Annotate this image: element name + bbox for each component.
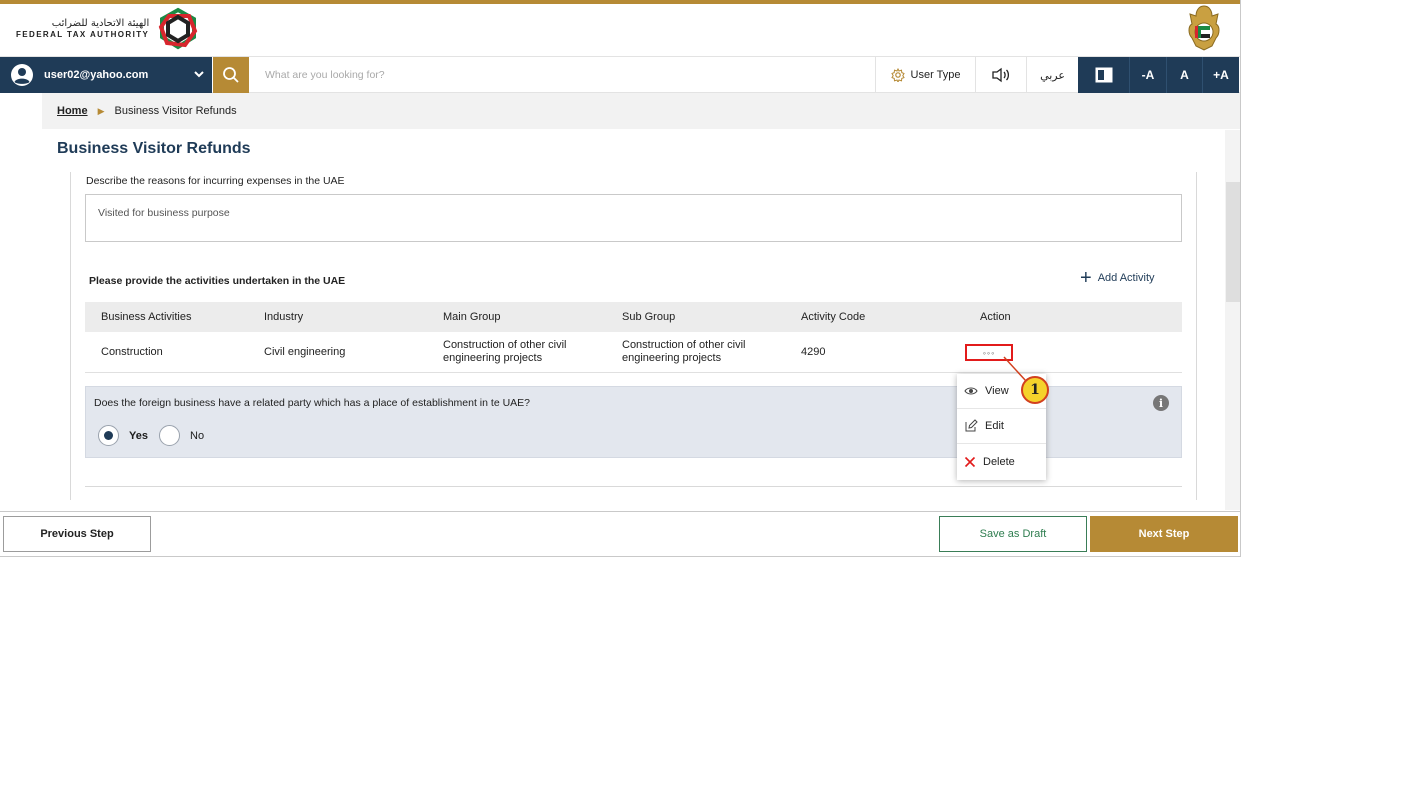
gear-icon (890, 68, 905, 82)
save-draft-button[interactable]: Save as Draft (939, 516, 1087, 552)
cell-business-activity: Construction (101, 346, 163, 358)
user-avatar-icon (11, 64, 33, 86)
font-reset-button[interactable]: A (1166, 57, 1202, 93)
search-input[interactable] (252, 57, 872, 93)
previous-step-button[interactable]: Previous Step (3, 516, 151, 552)
menu-edit-label: Edit (985, 420, 1004, 432)
info-icon[interactable]: i (1153, 395, 1169, 411)
search-icon (223, 67, 239, 83)
edit-icon (965, 419, 978, 432)
top-accent-bar (0, 0, 1240, 4)
header-main-group: Main Group (443, 311, 501, 323)
header-action: Action (980, 311, 1011, 323)
top-toolbar: user02@yahoo.com User Type (0, 56, 1240, 93)
close-icon (964, 456, 976, 467)
add-activity-label: Add Activity (1097, 272, 1155, 284)
logo-text: الهيئة الاتحادية للضرائب FEDERAL TAX AUT… (16, 18, 149, 40)
row-actions-button[interactable]: ◦◦◦ (965, 344, 1013, 361)
fta-logo[interactable]: الهيئة الاتحادية للضرائب FEDERAL TAX AUT… (16, 7, 201, 50)
user-menu[interactable]: user02@yahoo.com (0, 57, 212, 93)
activities-label: Please provide the activities undertaken… (89, 275, 346, 287)
font-increase-button[interactable]: +A (1202, 57, 1239, 93)
reasons-label: Describe the reasons for incurring expen… (86, 175, 345, 187)
callout-number-badge: 1 (1021, 376, 1049, 404)
plus-icon: + (1080, 267, 1092, 289)
header-sub-group: Sub Group (622, 311, 676, 323)
chevron-down-icon[interactable] (192, 67, 206, 81)
speaker-icon (992, 67, 1010, 83)
breadcrumb-current: Business Visitor Refunds (114, 105, 237, 117)
header-industry: Industry (264, 311, 304, 323)
user-type-button[interactable]: User Type (875, 57, 975, 93)
footer-bar: Previous Step Save as Draft Next Step (0, 511, 1240, 556)
contrast-icon (1095, 67, 1112, 83)
menu-item-edit[interactable]: Edit (957, 409, 1046, 444)
question-text: Does the foreign business have a related… (94, 397, 531, 409)
reasons-textarea[interactable]: Visited for business purpose (85, 194, 1182, 242)
content-right-border (1196, 172, 1197, 500)
uae-emblem-icon (1188, 5, 1220, 51)
cell-sub-group: Construction of other civil engineering … (622, 338, 746, 364)
font-decrease-button[interactable]: -A (1129, 57, 1166, 93)
radio-selected-dot (104, 431, 113, 440)
radio-yes-label: Yes (129, 429, 148, 442)
menu-item-delete[interactable]: Delete (957, 444, 1046, 479)
logo-english-text: FEDERAL TAX AUTHORITY (16, 30, 150, 40)
user-email: user02@yahoo.com (44, 69, 149, 81)
breadcrumb-home-link[interactable]: Home (57, 105, 88, 117)
radio-no-circle (159, 425, 180, 446)
breadcrumb: Home ▶ Business Visitor Refunds (42, 93, 1240, 129)
radio-yes-circle (98, 425, 119, 446)
menu-view-label: View (985, 385, 1009, 397)
header-activity-code: Activity Code (801, 311, 866, 323)
fta-logo-icon (159, 7, 198, 50)
table-row: Construction Civil engineering Construct… (85, 332, 1182, 373)
search-button[interactable] (213, 57, 249, 93)
activities-table: Business Activities Industry Main Group … (85, 302, 1182, 373)
section-divider (85, 486, 1182, 487)
cell-activity-code: 4290 (801, 346, 826, 358)
content-left-border (70, 172, 71, 500)
logo-arabic-text: الهيئة الاتحادية للضرائب (51, 18, 150, 30)
radio-no-label: No (190, 429, 205, 442)
breadcrumb-separator-icon: ▶ (97, 105, 105, 116)
eye-icon (964, 387, 978, 395)
user-type-label: User Type (910, 69, 961, 81)
radio-yes[interactable]: Yes (98, 425, 148, 446)
add-activity-button[interactable]: + Add Activity (1080, 267, 1155, 289)
cell-main-group: Construction of other civil engineering … (443, 338, 567, 364)
app-window: الهيئة الاتحادية للضرائب FEDERAL TAX AUT… (0, 0, 1241, 557)
cell-industry: Civil engineering (264, 346, 346, 358)
table-header: Business Activities Industry Main Group … (85, 302, 1182, 332)
page-title: Business Visitor Refunds (57, 140, 251, 157)
next-step-button[interactable]: Next Step (1090, 516, 1238, 552)
menu-delete-label: Delete (983, 455, 1015, 468)
header-business-activities: Business Activities (101, 311, 192, 323)
language-toggle[interactable]: عربي (1026, 57, 1078, 93)
scrollbar-thumb[interactable] (1226, 182, 1240, 302)
read-aloud-button[interactable] (975, 57, 1026, 93)
contrast-toggle[interactable] (1078, 57, 1129, 93)
radio-no[interactable]: No (159, 425, 204, 446)
